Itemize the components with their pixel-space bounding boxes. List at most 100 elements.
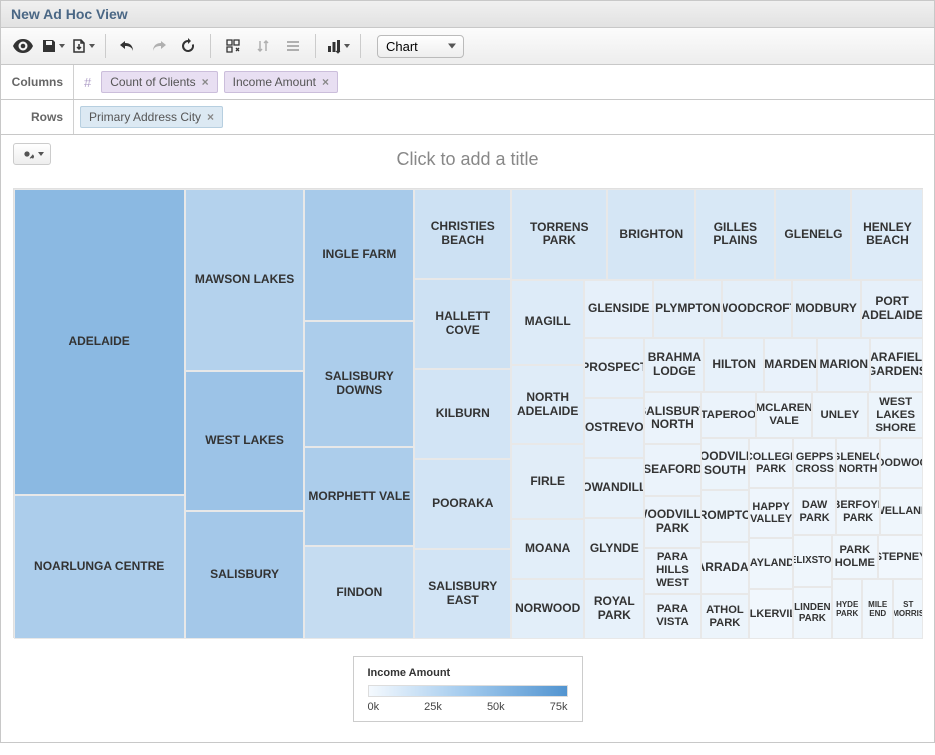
- rows-drop-area[interactable]: Primary Address City×: [73, 100, 934, 134]
- treemap-cell[interactable]: COWANDILLA: [584, 458, 644, 518]
- treemap-cell[interactable]: NORTH ADELAIDE: [511, 365, 584, 445]
- legend-ticks: 0k 25k 50k 75k: [368, 701, 568, 713]
- pill-count-of-clients[interactable]: Count of Clients ×: [101, 71, 217, 93]
- remove-pill-icon[interactable]: ×: [322, 75, 329, 89]
- treemap-cell[interactable]: WOODVILLE SOUTH: [701, 438, 750, 490]
- treemap-cell[interactable]: MARION: [817, 338, 870, 393]
- treemap-cell[interactable]: TORRENS PARK: [511, 189, 607, 280]
- treemap-cell[interactable]: NOARLUNGA CENTRE: [14, 495, 185, 639]
- preview-toggle-button[interactable]: [9, 32, 37, 60]
- redo-button[interactable]: [144, 32, 172, 60]
- treemap-cell[interactable]: HALLETT COVE: [414, 279, 511, 369]
- treemap-cell[interactable]: BRIGHTON: [607, 189, 695, 280]
- sort-button[interactable]: [249, 32, 277, 60]
- rows-label: Rows: [1, 100, 73, 134]
- treemap-cell[interactable]: PLYMPTON: [653, 280, 722, 338]
- treemap-cell[interactable]: MAWSON LAKES: [185, 189, 305, 371]
- undo-button[interactable]: [114, 32, 142, 60]
- reset-button[interactable]: [174, 32, 202, 60]
- treemap-cell[interactable]: MCLAREN VALE: [756, 392, 812, 438]
- treemap-cell[interactable]: MAGILL: [511, 280, 584, 365]
- pill-primary-address-city[interactable]: Primary Address City×: [80, 106, 223, 128]
- filter-button[interactable]: [279, 32, 307, 60]
- save-button[interactable]: [39, 32, 67, 60]
- treemap-cell[interactable]: WELLAND: [880, 488, 924, 535]
- treemap-cell[interactable]: FIRLE: [511, 444, 584, 519]
- pill-label: Income Amount: [233, 75, 316, 89]
- columns-drop-area[interactable]: # Count of Clients× Income Amount×: [73, 65, 934, 99]
- remove-pill-icon[interactable]: ×: [202, 75, 209, 89]
- treemap-cell[interactable]: ROYAL PARK: [584, 579, 644, 639]
- treemap-cell[interactable]: INGLE FARM: [304, 189, 414, 321]
- treemap-cell[interactable]: WEST LAKES: [185, 371, 305, 511]
- treemap-cell[interactable]: HILTON: [704, 338, 764, 393]
- treemap-cell[interactable]: SALISBURY EAST: [414, 549, 511, 639]
- treemap-cell[interactable]: MILE END: [862, 579, 893, 639]
- treemap-cell[interactable]: ST MORRIS: [893, 579, 924, 639]
- treemap-cell[interactable]: SALISBURY DOWNS: [304, 321, 414, 447]
- treemap-cell[interactable]: LINDEN PARK: [793, 587, 832, 639]
- treemap-cell[interactable]: PORT ADELAIDE: [861, 280, 924, 338]
- treemap-cell[interactable]: WARRADALE: [701, 542, 750, 594]
- treemap-cell[interactable]: FELIXSTOW: [793, 535, 832, 587]
- legend-tick: 25k: [424, 701, 442, 713]
- treemap-cell[interactable]: DAW PARK: [793, 488, 837, 535]
- treemap-cell[interactable]: HYDE PARK: [832, 579, 863, 639]
- treemap-cell[interactable]: WOODVILLE PARK: [644, 496, 700, 548]
- chart-options-button[interactable]: [324, 32, 352, 60]
- treemap-cell[interactable]: HAPPY VALLEY: [749, 488, 792, 538]
- rows-row: Rows Primary Address City×: [0, 100, 935, 135]
- chart-title-placeholder[interactable]: Click to add a title: [11, 145, 924, 188]
- gear-icon: [20, 147, 34, 161]
- pill-income-amount[interactable]: Income Amount ×: [224, 71, 338, 93]
- treemap-cell[interactable]: STEPNEY: [878, 535, 924, 579]
- treemap-cell[interactable]: MORPHETT VALE: [304, 447, 414, 546]
- treemap-cell[interactable]: SALISBURY: [185, 511, 305, 639]
- chart-settings-button[interactable]: [13, 143, 51, 165]
- treemap-cell[interactable]: GEPPS CROSS: [793, 438, 837, 488]
- treemap-cell[interactable]: MOANA: [511, 519, 584, 579]
- treemap-cell[interactable]: BROMPTON: [701, 490, 750, 542]
- treemap-cell[interactable]: BRAHMA LODGE: [644, 338, 704, 393]
- treemap-cell[interactable]: PROSPECT: [584, 338, 644, 398]
- treemap-cell[interactable]: HENLEY BEACH: [851, 189, 923, 280]
- treemap-cell[interactable]: POORAKA: [414, 459, 511, 549]
- treemap-cell[interactable]: TAPEROO: [701, 392, 757, 438]
- export-button[interactable]: [69, 32, 97, 60]
- treemap-cell[interactable]: ATHOL PARK: [701, 594, 750, 639]
- treemap-chart[interactable]: ADELAIDENOARLUNGA CENTREMAWSON LAKESWEST…: [13, 188, 923, 638]
- treemap-cell[interactable]: KILBURN: [414, 369, 511, 459]
- treemap-cell[interactable]: GLENSIDE: [584, 280, 653, 338]
- window-title: New Ad Hoc View: [11, 6, 128, 22]
- treemap-cell[interactable]: NORWOOD: [511, 579, 584, 639]
- treemap-cell[interactable]: PARAFIELD GARDENS: [870, 338, 923, 393]
- treemap-cell[interactable]: WOODCROFT: [722, 280, 791, 338]
- treemap-cell[interactable]: PARA HILLS WEST: [644, 548, 700, 593]
- treemap-cell[interactable]: UNLEY: [812, 392, 868, 438]
- view-mode-select[interactable]: Chart Table Crosstab: [377, 35, 464, 58]
- treemap-cell[interactable]: ABERFOYLE PARK: [836, 488, 880, 535]
- treemap-cell[interactable]: SEAFORD: [644, 444, 700, 496]
- pivot-button[interactable]: [219, 32, 247, 60]
- treemap-cell[interactable]: PARK HOLME: [832, 535, 878, 579]
- treemap-cell[interactable]: GOODWOOD: [880, 438, 924, 488]
- treemap-cell[interactable]: ROSTREVOR: [584, 398, 644, 458]
- window-title-bar: New Ad Hoc View: [0, 0, 935, 28]
- treemap-cell[interactable]: PARA VISTA: [644, 594, 700, 639]
- treemap-cell[interactable]: GLENELG: [775, 189, 851, 280]
- treemap-cell[interactable]: GLYNDE: [584, 518, 644, 578]
- treemap-cell[interactable]: MODBURY: [792, 280, 861, 338]
- treemap-cell[interactable]: ADELAIDE: [14, 189, 185, 495]
- treemap-cell[interactable]: FINDON: [304, 546, 414, 639]
- treemap-cell[interactable]: GILLES PLAINS: [695, 189, 775, 280]
- remove-pill-icon[interactable]: ×: [207, 110, 214, 124]
- treemap-cell[interactable]: GLENELG NORTH: [836, 438, 880, 488]
- treemap-cell[interactable]: MAYLANDS: [749, 538, 792, 588]
- treemap-cell[interactable]: WEST LAKES SHORE: [868, 392, 924, 438]
- treemap-cell[interactable]: MARDEN: [764, 338, 817, 393]
- treemap-cell[interactable]: CHRISTIES BEACH: [414, 189, 511, 279]
- treemap-cell[interactable]: WALKERVILLE: [749, 589, 792, 639]
- pill-label: Count of Clients: [110, 75, 195, 89]
- treemap-cell[interactable]: COLLEGE PARK: [749, 438, 793, 488]
- treemap-cell[interactable]: SALISBURY NORTH: [644, 392, 700, 444]
